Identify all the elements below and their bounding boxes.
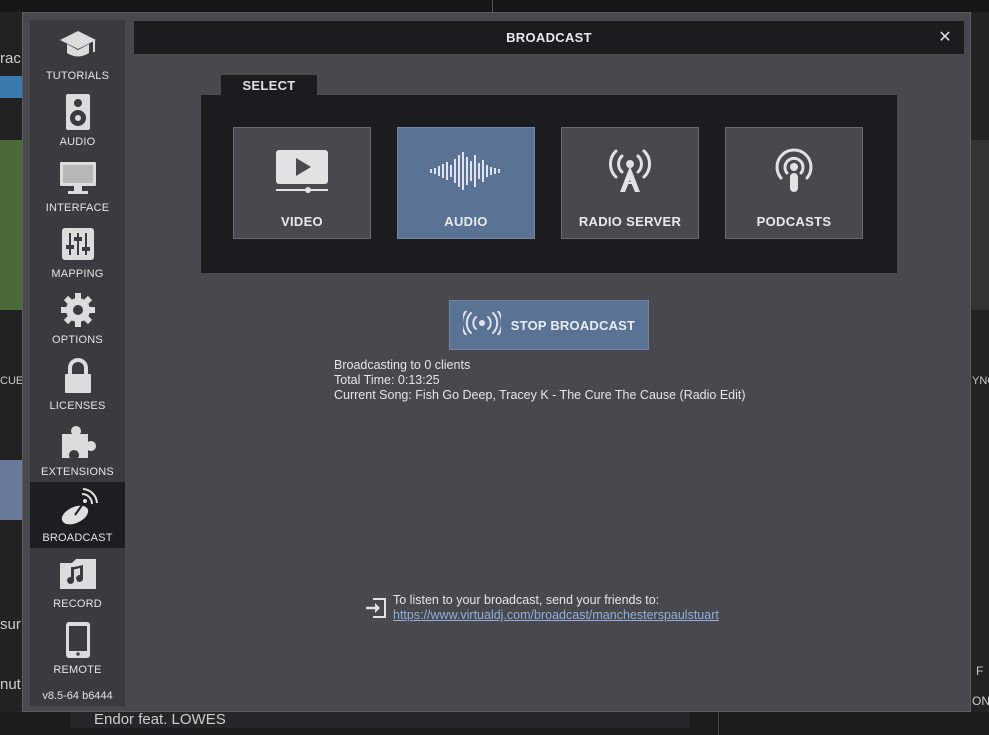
close-button[interactable]: ✕ [935, 27, 955, 47]
sidebar-item-label: AUDIO [59, 136, 96, 148]
background-text: rac [0, 50, 21, 67]
background-text: YNC [972, 375, 989, 387]
lock-icon [58, 356, 98, 396]
tile-video[interactable]: VIDEO [233, 127, 371, 239]
status-total-time: Total Time: 0:13:25 [334, 373, 440, 387]
sidebar-item-label: BROADCAST [42, 532, 113, 544]
background-platter [0, 140, 22, 310]
music-folder-icon [58, 554, 98, 594]
background-waveform [0, 76, 22, 98]
satellite-dish-icon [58, 488, 98, 528]
sidebar-item-record[interactable]: RECORD [30, 548, 125, 614]
broadcast-status: Broadcasting to 0 clients Total Time: 0:… [334, 358, 746, 403]
stop-broadcast-button[interactable]: STOP BROADCAST [449, 300, 649, 350]
sidebar: TUTORIALS AUDIO INTERFACE MAPPING OPTION… [30, 20, 125, 706]
window-title: BROADCAST [506, 30, 592, 45]
background-divider [492, 0, 493, 12]
speaker-icon [58, 92, 98, 132]
background-text: CUE [0, 375, 24, 387]
monitor-icon [58, 158, 98, 198]
broadcast-url-link[interactable]: https://www.virtualdj.com/broadcast/manc… [393, 608, 719, 622]
sidebar-item-label: MAPPING [51, 268, 104, 280]
tile-label: VIDEO [281, 214, 323, 229]
sidebar-item-options[interactable]: OPTIONS [30, 284, 125, 350]
tile-label: PODCASTS [756, 214, 832, 229]
sidebar-item-label: OPTIONS [52, 334, 103, 346]
puzzle-icon [58, 422, 98, 462]
sidebar-item-interface[interactable]: INTERFACE [30, 152, 125, 218]
tile-label: RADIO SERVER [578, 214, 682, 229]
waveform-icon [429, 148, 503, 194]
background-right-deck [971, 12, 989, 712]
podcast-icon [772, 148, 816, 194]
gear-icon [58, 290, 98, 330]
share-instructions: To listen to your broadcast, send your f… [393, 593, 660, 607]
tablet-icon [58, 620, 98, 660]
background-text: F [976, 664, 984, 678]
background-text: ON [972, 694, 989, 708]
sidebar-item-audio[interactable]: AUDIO [30, 86, 125, 152]
sidebar-item-label: RECORD [53, 598, 102, 610]
select-panel: VIDEO AUDIO RADIO SERVER PODCASTS [201, 95, 897, 273]
broadcast-waves-icon [460, 309, 503, 340]
sidebar-item-label: EXTENSIONS [41, 466, 114, 478]
settings-window: TUTORIALS AUDIO INTERFACE MAPPING OPTION… [22, 12, 971, 712]
sidebar-item-label: LICENSES [49, 400, 106, 412]
video-play-icon [274, 148, 330, 194]
tile-podcasts[interactable]: PODCASTS [725, 127, 863, 239]
sidebar-item-broadcast[interactable]: BROADCAST [30, 482, 125, 548]
background-thumbnail [0, 460, 22, 520]
background-text: sur [0, 616, 21, 633]
sidebar-item-licenses[interactable]: LICENSES [30, 350, 125, 416]
sign-in-icon [365, 597, 387, 619]
background-track-text: Endor feat. LOWES [94, 711, 226, 728]
share-section: To listen to your broadcast, send your f… [365, 593, 719, 623]
sidebar-item-extensions[interactable]: EXTENSIONS [30, 416, 125, 482]
sidebar-item-label: TUTORIALS [45, 70, 110, 82]
sidebar-item-mapping[interactable]: MAPPING [30, 218, 125, 284]
sidebar-item-tutorials[interactable]: TUTORIALS [30, 20, 125, 86]
background-text: nut [0, 676, 21, 693]
background-app-top [0, 0, 989, 12]
status-clients: Broadcasting to 0 clients [334, 358, 471, 372]
tile-label: AUDIO [444, 214, 488, 229]
sidebar-item-remote[interactable]: REMOTE [30, 614, 125, 680]
stop-broadcast-label: STOP BROADCAST [510, 317, 636, 333]
tile-radio-server[interactable]: RADIO SERVER [561, 127, 699, 239]
background-right-platter [971, 140, 989, 310]
graduation-cap-icon [58, 26, 98, 66]
title-bar: BROADCAST ✕ [134, 21, 964, 54]
sidebar-item-label: REMOTE [53, 664, 102, 676]
status-current-song: Current Song: Fish Go Deep, Tracey K - T… [334, 388, 746, 402]
select-tab: SELECT [221, 75, 317, 97]
radio-tower-icon [608, 148, 652, 194]
version-label: v8.5-64 b6444 [42, 690, 113, 702]
tile-audio[interactable]: AUDIO [397, 127, 535, 239]
background-left-deck [0, 12, 22, 712]
sidebar-item-label: INTERFACE [45, 202, 110, 214]
sliders-icon [58, 224, 98, 264]
background-divider [718, 712, 719, 735]
close-icon: ✕ [938, 29, 952, 46]
